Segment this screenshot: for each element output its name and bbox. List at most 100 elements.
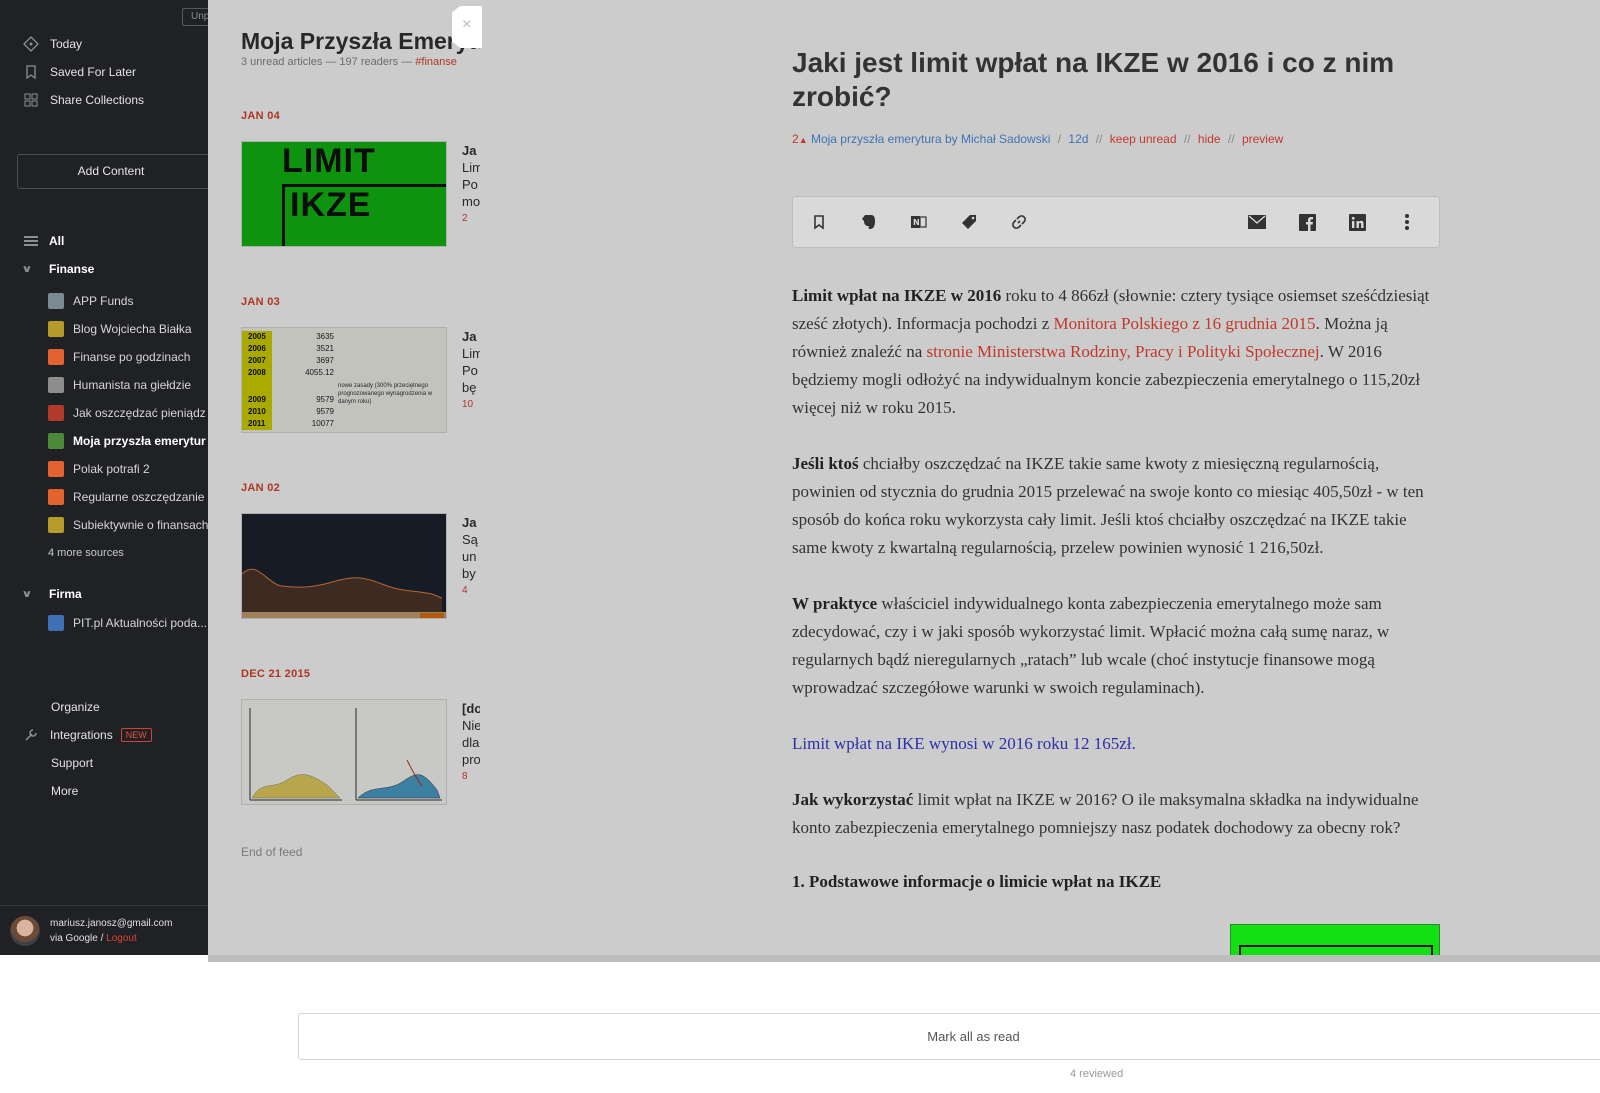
linkedin-share-button[interactable] xyxy=(1345,210,1369,234)
sidebar-item-organize[interactable]: Organize xyxy=(22,693,152,721)
bold-lead: Limit wpłat na IKZE w 2016 xyxy=(792,286,1002,305)
sidebar-group-firma[interactable]: ∨ Firma xyxy=(21,587,82,601)
sidebar-feed-label: PIT.pl Aktualności poda... xyxy=(73,616,208,630)
sidebar-item-label: Today xyxy=(50,37,83,51)
sidebar-feed-item[interactable]: Polak potrafi 2 xyxy=(48,455,208,483)
sidebar-feed-label: Regularne oszczędzanie xyxy=(73,490,205,504)
sidebar-item-today[interactable]: Today xyxy=(22,30,144,58)
sidebar-item-share-collections[interactable]: Share Collections xyxy=(22,86,144,114)
linkedin-icon xyxy=(1348,213,1366,231)
sidebar-feed-item[interactable]: Jak oszczędzać pieniądz xyxy=(48,399,208,427)
today-icon xyxy=(22,35,40,53)
sidebar-feed-item[interactable]: Regularne oszczędzanie xyxy=(48,483,208,511)
tag-button[interactable] xyxy=(957,210,981,234)
section-heading: 1. Podstawowe informacje o limicie wpłat… xyxy=(792,872,1162,891)
avatar[interactable] xyxy=(10,916,40,946)
sidebar-feed-label: APP Funds xyxy=(73,294,134,308)
new-badge: NEW xyxy=(120,728,152,742)
copy-link-button[interactable] xyxy=(1007,210,1031,234)
sidebar-feed-item[interactable]: Finanse po godzinach xyxy=(48,343,208,371)
bold-lead: Jak wykorzystać xyxy=(792,790,914,809)
facebook-icon xyxy=(1298,213,1316,231)
feed-favicon-icon xyxy=(48,293,64,309)
svg-text:N: N xyxy=(913,218,920,227)
article-toolbar: N xyxy=(792,196,1440,248)
sidebar-item-support[interactable]: Support xyxy=(22,749,152,777)
article-body: Limit wpłat na IKZE w 2016 roku to 4 866… xyxy=(792,282,1440,896)
onenote-icon: N xyxy=(911,216,927,228)
article-source-link[interactable]: Moja przyszła emerytura by Michał Sadows… xyxy=(811,132,1050,146)
ministry-link[interactable]: stronie Ministerstwa Rodziny, Pracy i Po… xyxy=(927,342,1320,361)
evernote-button[interactable] xyxy=(857,210,881,234)
sidebar-item-label: Integrations xyxy=(50,728,113,742)
sidebar-item-label: All xyxy=(49,234,65,248)
bookmark-icon xyxy=(22,63,40,81)
sidebar-feed-label: Polak potrafi 2 xyxy=(73,462,150,476)
article-paragraph: W praktyce właściciel indywidualnego kon… xyxy=(792,590,1440,702)
sidebar-feed-item[interactable]: Subiektywnie o finansach xyxy=(48,511,208,539)
keep-unread-link[interactable]: keep unread xyxy=(1110,132,1177,146)
sidebar-item-more[interactable]: More xyxy=(22,777,152,805)
sidebar-feed-item[interactable]: Humanista na giełdzie xyxy=(48,371,208,399)
hide-link[interactable]: hide xyxy=(1198,132,1221,146)
article-overlay: Jaki jest limit wpłat na IKZE w 2016 i c… xyxy=(480,0,1600,955)
account-email: mariusz.janosz@gmail.com xyxy=(50,918,173,929)
sidebar-feed-label: Subiektywnie o finansach xyxy=(73,518,208,532)
sidebar-feed-item-active[interactable]: Moja przyszła emerytur xyxy=(48,427,208,455)
meta-separator: / xyxy=(1057,132,1062,146)
meta-separator: // xyxy=(1183,132,1191,146)
sidebar-group-label: Firma xyxy=(49,587,82,601)
onenote-button[interactable]: N xyxy=(907,210,931,234)
finanse-feed-list: APP Funds Blog Wojciecha Białka Finanse … xyxy=(48,287,208,567)
wrench-icon xyxy=(22,726,40,744)
chevron-down-icon: ∨ xyxy=(21,263,33,275)
facebook-share-button[interactable] xyxy=(1295,210,1319,234)
more-vertical-icon xyxy=(1405,214,1409,230)
flame-icon: ▲ xyxy=(798,135,808,145)
ike-limit-link[interactable]: Limit wpłat na IKE wynosi w 2016 roku 12… xyxy=(792,734,1136,753)
sidebar-feed-item[interactable]: APP Funds xyxy=(48,287,208,315)
feed-favicon-icon xyxy=(48,615,64,631)
horizontal-scrollbar[interactable] xyxy=(208,955,1600,962)
email-share-button[interactable] xyxy=(1245,210,1269,234)
sidebar-group-finanse[interactable]: ∨ Finanse xyxy=(21,262,95,276)
sidebar-group-label: Finanse xyxy=(49,262,95,276)
feed-favicon-icon xyxy=(48,321,64,337)
sidebar-feed-item[interactable]: Blog Wojciecha Białka xyxy=(48,315,208,343)
sidebar-feed-label: Humanista na giełdzie xyxy=(73,378,192,392)
feed-favicon-icon xyxy=(48,461,64,477)
close-article-button[interactable]: × xyxy=(452,6,482,48)
evernote-icon xyxy=(862,215,875,229)
sidebar-top-nav: Today Saved For Later Share Collections xyxy=(22,30,144,114)
sidebar-item-label: Saved For Later xyxy=(50,65,137,79)
more-options-button[interactable] xyxy=(1395,210,1419,234)
tag-icon xyxy=(962,215,976,229)
article-title[interactable]: Jaki jest limit wpłat na IKZE w 2016 i c… xyxy=(792,46,1432,114)
feed-favicon-icon xyxy=(48,517,64,533)
save-for-later-button[interactable] xyxy=(807,210,831,234)
monitor-polski-link[interactable]: Monitora Polskiego z 16 grudnia 2015 xyxy=(1054,314,1316,333)
sidebar-item-saved[interactable]: Saved For Later xyxy=(22,58,144,86)
firma-feed-list: PIT.pl Aktualności poda... xyxy=(48,609,207,637)
bookmark-icon xyxy=(814,214,824,230)
more-sources-link[interactable]: 4 more sources xyxy=(48,539,208,567)
chevron-down-icon: ∨ xyxy=(21,588,33,600)
sidebar-item-label: Share Collections xyxy=(50,93,145,107)
article-paragraph: Limit wpłat na IKE wynosi w 2016 roku 12… xyxy=(792,730,1440,758)
close-icon: × xyxy=(462,16,472,33)
logout-link[interactable]: Logout xyxy=(106,933,137,944)
article-meta: 2▲ Moja przyszła emerytura by Michał Sad… xyxy=(792,132,1283,146)
sidebar-item-all[interactable]: All xyxy=(24,234,64,248)
reviewed-count: 4 reviewed xyxy=(1070,1068,1124,1080)
preview-link[interactable]: preview xyxy=(1242,132,1283,146)
sidebar-feed-label: Blog Wojciecha Białka xyxy=(73,322,192,336)
feed-favicon-icon xyxy=(48,405,64,421)
bold-lead: Jeśli ktoś xyxy=(792,454,859,473)
unpin-button[interactable]: Unp xyxy=(182,8,208,26)
sidebar-item-integrations[interactable]: Integrations NEW xyxy=(22,721,152,749)
sidebar-item-label: More xyxy=(51,784,79,798)
sidebar: Unp Today Saved For Later Share Collecti… xyxy=(0,0,208,955)
sidebar-feed-item[interactable]: PIT.pl Aktualności poda... xyxy=(48,609,207,637)
mark-all-as-read-button[interactable]: Mark all as read xyxy=(298,1013,1600,1060)
add-content-button[interactable]: Add Content xyxy=(17,154,208,189)
